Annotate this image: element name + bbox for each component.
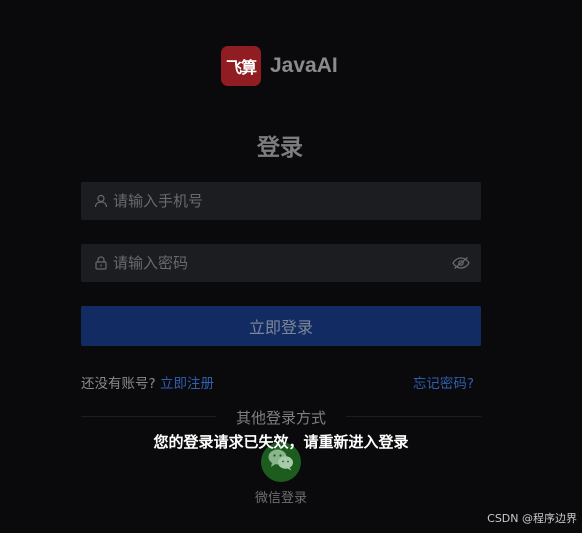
- brand-name: JavaAI: [270, 54, 338, 77]
- toast-message: 您的登录请求已失效，请重新进入登录: [153, 433, 409, 451]
- register-row: 还没有账号? 立即注册: [81, 372, 214, 392]
- wechat-login-label: 微信登录: [254, 491, 307, 506]
- lock-icon: [93, 255, 109, 271]
- forgot-password-link[interactable]: 忘记密码?: [413, 372, 474, 392]
- register-link[interactable]: 立即注册: [160, 376, 214, 392]
- other-login-divider: 其他登录方式: [81, 407, 481, 427]
- wechat-icon: [267, 448, 295, 476]
- page-title: 登录: [257, 135, 303, 161]
- watermark: CSDN @程序边界: [487, 512, 577, 525]
- password-field[interactable]: [81, 244, 481, 282]
- password-input[interactable]: [113, 254, 451, 272]
- eye-off-icon[interactable]: [451, 253, 471, 273]
- brand-logo: 飞算: [221, 46, 261, 86]
- phone-field[interactable]: [81, 182, 481, 220]
- phone-input[interactable]: [113, 192, 471, 210]
- divider-text: 其他登录方式: [235, 409, 326, 427]
- brand: 飞算 JavaAI: [221, 46, 338, 86]
- login-button[interactable]: 立即登录: [81, 306, 481, 346]
- register-prompt: 还没有账号?: [81, 376, 156, 392]
- login-page: 飞算 JavaAI 登录 立即登录: [0, 0, 582, 533]
- divider-line-right: [346, 416, 481, 417]
- user-icon: [93, 193, 109, 209]
